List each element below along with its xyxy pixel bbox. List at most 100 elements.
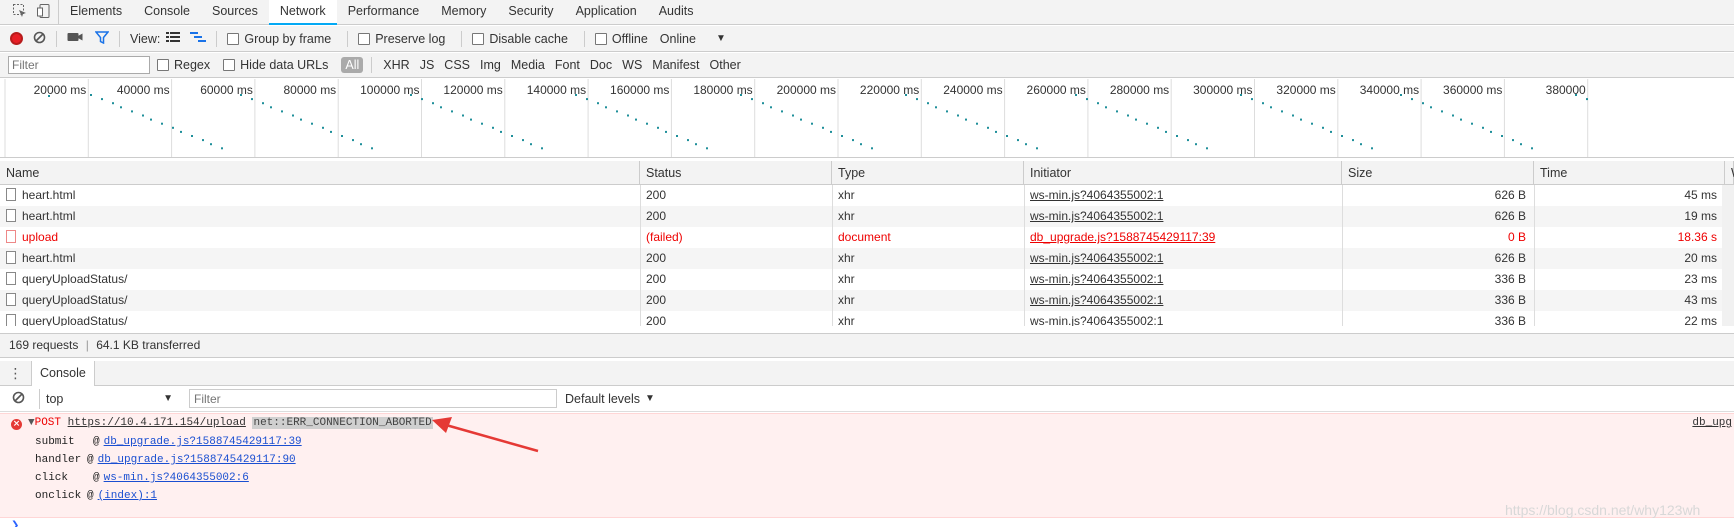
initiator-link[interactable]: ws-min.js?4064355002:1 bbox=[1030, 293, 1163, 307]
error-source-link[interactable]: db_upg bbox=[1692, 417, 1732, 429]
initiator-link[interactable]: ws-min.js?4064355002:1 bbox=[1030, 188, 1163, 202]
cell-initiator[interactable]: ws-min.js?4064355002:1 bbox=[1024, 248, 1342, 269]
record-button[interactable] bbox=[10, 32, 23, 45]
regex-checkbox[interactable]: Regex bbox=[157, 58, 210, 72]
column-header-initiator[interactable]: Initiator bbox=[1024, 161, 1342, 185]
drawer-tab-console[interactable]: Console bbox=[32, 360, 95, 386]
initiator-link[interactable]: db_upgrade.js?1588745429117:39 bbox=[1030, 230, 1215, 244]
inspect-element-icon[interactable] bbox=[12, 3, 28, 22]
offline-checkbox[interactable]: Offline bbox=[594, 32, 648, 46]
more-tools-kebab-icon[interactable]: ⋮ bbox=[0, 360, 32, 386]
context-selector[interactable]: top ▼ bbox=[39, 388, 179, 409]
network-filter-input[interactable] bbox=[8, 56, 150, 74]
initiator-link[interactable]: ws-min.js?4064355002:1 bbox=[1030, 314, 1163, 326]
cell-name[interactable]: heart.html bbox=[0, 206, 640, 227]
cell-initiator[interactable]: ws-min.js?4064355002:1 bbox=[1024, 185, 1342, 206]
error-summary[interactable]: ▼POST https://10.4.171.154/upload net::E… bbox=[28, 417, 433, 429]
tab-sources[interactable]: Sources bbox=[201, 0, 269, 24]
preserve-log-checkbox[interactable]: Preserve log bbox=[358, 32, 445, 46]
type-filter-other[interactable]: Other bbox=[707, 57, 744, 73]
error-url-link[interactable]: https://10.4.171.154/upload bbox=[68, 417, 246, 429]
stack-source-link[interactable]: ws-min.js?4064355002:6 bbox=[104, 472, 249, 484]
filter-funnel-icon[interactable] bbox=[94, 30, 110, 47]
tab-elements[interactable]: Elements bbox=[59, 0, 133, 24]
tab-application[interactable]: Application bbox=[565, 0, 648, 24]
type-filter-js[interactable]: JS bbox=[417, 57, 438, 73]
tab-audits[interactable]: Audits bbox=[648, 0, 705, 24]
tab-memory[interactable]: Memory bbox=[430, 0, 497, 24]
request-name[interactable]: queryUploadStatus/ bbox=[22, 293, 127, 307]
checkbox-box[interactable] bbox=[157, 59, 169, 71]
column-header-type[interactable]: Type bbox=[832, 161, 1024, 185]
cell-name[interactable]: queryUploadStatus/ bbox=[0, 311, 640, 326]
column-header-w[interactable]: W bbox=[1725, 161, 1734, 185]
tab-security[interactable]: Security bbox=[497, 0, 564, 24]
checkbox-box[interactable] bbox=[358, 32, 371, 45]
cell-name[interactable]: queryUploadStatus/ bbox=[0, 290, 640, 311]
cell-initiator[interactable]: ws-min.js?4064355002:1 bbox=[1024, 290, 1342, 311]
column-header-name[interactable]: Name bbox=[0, 161, 640, 185]
request-name[interactable]: heart.html bbox=[22, 188, 75, 202]
type-filter-manifest[interactable]: Manifest bbox=[649, 57, 702, 73]
initiator-link[interactable]: ws-min.js?4064355002:1 bbox=[1030, 272, 1163, 286]
cell-name[interactable]: upload bbox=[0, 227, 640, 248]
table-scrollbar[interactable] bbox=[1722, 185, 1734, 326]
tab-performance[interactable]: Performance bbox=[337, 0, 431, 24]
throttle-select[interactable]: Online ▼ bbox=[660, 32, 726, 46]
checkbox-box[interactable] bbox=[594, 32, 607, 45]
large-rows-icon[interactable] bbox=[166, 31, 181, 46]
column-header-size[interactable]: Size bbox=[1342, 161, 1534, 185]
type-filter-img[interactable]: Img bbox=[477, 57, 504, 73]
table-row[interactable]: heart.html 200 xhr ws-min.js?4064355002:1 62… bbox=[0, 206, 1722, 227]
table-row[interactable]: queryUploadStatus/200 xhr ws-min.js?406435… bbox=[0, 269, 1722, 290]
stack-source-link[interactable]: (index):1 bbox=[98, 490, 157, 502]
log-levels-dropdown[interactable]: Default levels ▼ bbox=[565, 392, 655, 406]
tab-console[interactable]: Console bbox=[133, 0, 201, 24]
hide-data-urls-checkbox[interactable]: Hide data URLs bbox=[223, 58, 328, 72]
clear-console-icon[interactable] bbox=[12, 391, 25, 407]
type-filter-font[interactable]: Font bbox=[552, 57, 583, 73]
stack-source-link[interactable]: db_upgrade.js?1588745429117:39 bbox=[104, 436, 302, 448]
group-by-frame-checkbox[interactable]: Group by frame bbox=[227, 32, 331, 46]
request-name[interactable]: heart.html bbox=[22, 251, 75, 265]
cell-initiator[interactable]: db_upgrade.js?1588745429117:39 bbox=[1024, 227, 1342, 248]
timeline-overview[interactable]: 20000 ms 40000 ms 60000 ms 80000 ms 100000 m… bbox=[0, 79, 1734, 158]
screenshot-camera-icon[interactable] bbox=[67, 31, 83, 46]
cell-name[interactable]: heart.html bbox=[0, 185, 640, 206]
stack-source-link[interactable]: db_upgrade.js?1588745429117:90 bbox=[98, 454, 296, 466]
clear-icon[interactable] bbox=[33, 31, 46, 47]
request-name[interactable]: upload bbox=[22, 230, 58, 244]
type-filter-all[interactable]: All bbox=[341, 57, 364, 73]
cell-initiator[interactable]: ws-min.js?4064355002:1 bbox=[1024, 206, 1342, 227]
table-row[interactable]: queryUploadStatus/200 xhr ws-min.js?406435… bbox=[0, 311, 1722, 326]
checkbox-box[interactable] bbox=[227, 32, 240, 45]
initiator-link[interactable]: ws-min.js?4064355002:1 bbox=[1030, 251, 1163, 265]
table-row[interactable]: heart.html 200 xhr ws-min.js?4064355002:1 62… bbox=[0, 185, 1722, 206]
cell-initiator[interactable]: ws-min.js?4064355002:1 bbox=[1024, 311, 1342, 326]
table-row[interactable]: upload (failed) document db_upgrade.js?1588… bbox=[0, 227, 1722, 248]
cell-name[interactable]: heart.html bbox=[0, 248, 640, 269]
cell-name[interactable]: queryUploadStatus/ bbox=[0, 269, 640, 290]
column-header-time[interactable]: Time bbox=[1534, 161, 1725, 185]
column-header-status[interactable]: Status bbox=[640, 161, 832, 185]
table-row[interactable]: queryUploadStatus/200 xhr ws-min.js?406435… bbox=[0, 290, 1722, 311]
type-filter-xhr[interactable]: XHR bbox=[380, 57, 412, 73]
waterfall-overview-icon[interactable] bbox=[190, 31, 207, 46]
cell-initiator[interactable]: ws-min.js?4064355002:1 bbox=[1024, 269, 1342, 290]
type-filter-media[interactable]: Media bbox=[508, 57, 548, 73]
checkbox-box[interactable] bbox=[472, 32, 485, 45]
console-filter-input[interactable] bbox=[189, 389, 557, 408]
request-name[interactable]: queryUploadStatus/ bbox=[22, 314, 127, 326]
device-toolbar-icon[interactable] bbox=[36, 3, 52, 22]
disable-cache-checkbox[interactable]: Disable cache bbox=[472, 32, 568, 46]
type-filter-doc[interactable]: Doc bbox=[587, 57, 615, 73]
checkbox-box[interactable] bbox=[223, 59, 236, 71]
type-filter-ws[interactable]: WS bbox=[619, 57, 645, 73]
tab-network[interactable]: Network bbox=[268, 0, 337, 25]
request-name[interactable]: queryUploadStatus/ bbox=[22, 272, 127, 286]
initiator-link[interactable]: ws-min.js?4064355002:1 bbox=[1030, 209, 1163, 223]
expand-triangle-icon[interactable]: ▼ bbox=[28, 417, 35, 429]
request-name[interactable]: heart.html bbox=[22, 209, 75, 223]
table-row[interactable]: heart.html 200 xhr ws-min.js?4064355002:1 62… bbox=[0, 248, 1722, 269]
type-filter-css[interactable]: CSS bbox=[441, 57, 473, 73]
